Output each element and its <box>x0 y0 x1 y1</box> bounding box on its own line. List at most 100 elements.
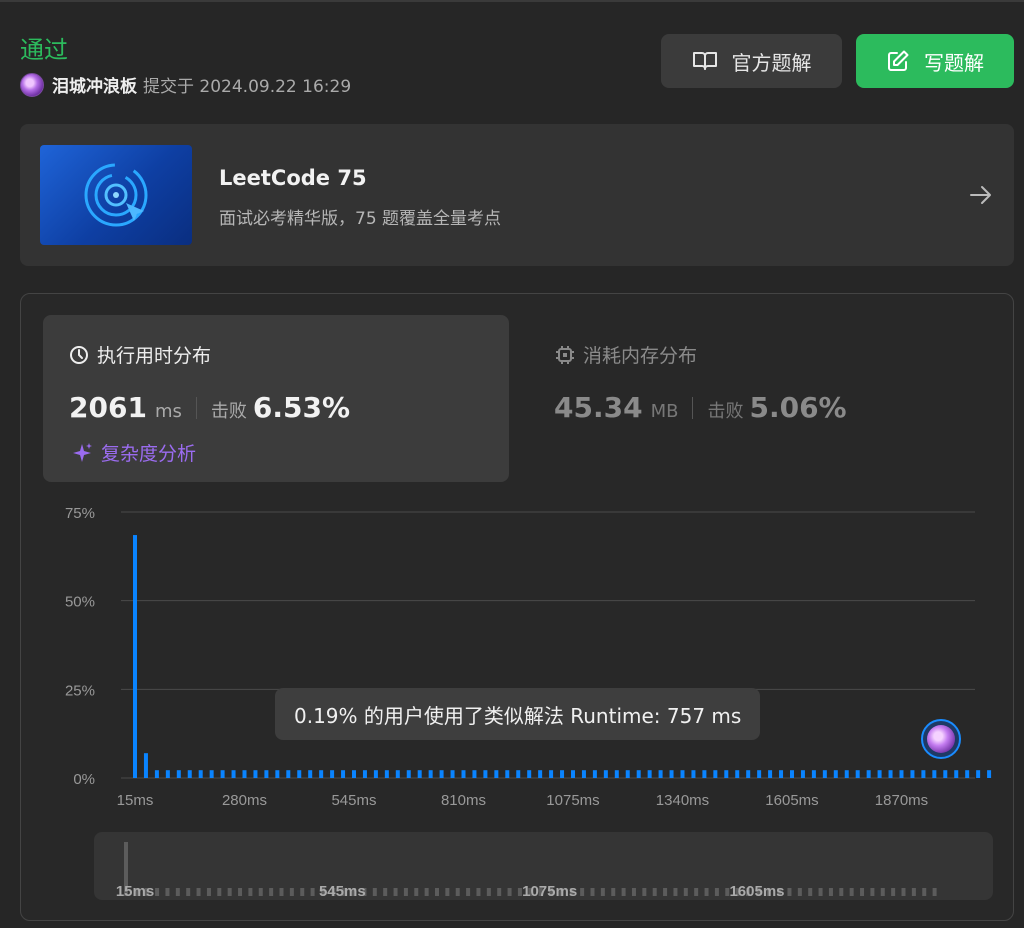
chart-bar <box>165 770 170 778</box>
chart-bar <box>932 770 937 778</box>
scrubber-bar <box>642 888 647 896</box>
scrubber-bar <box>818 888 823 896</box>
chart-bar <box>954 770 959 778</box>
chart-bar <box>220 770 225 778</box>
x-tick-label: 545ms <box>331 792 376 809</box>
scrubber-bar <box>922 888 927 896</box>
scrubber-bar <box>186 888 191 896</box>
chart-bar <box>943 770 948 778</box>
chart-bar <box>505 770 510 778</box>
leetcode75-banner[interactable]: LeetCode 75 面试必考精华版，75 题覆盖全量考点 <box>20 124 1014 266</box>
chart-bar <box>154 770 159 778</box>
chart-bar <box>789 770 794 778</box>
chart-bar <box>833 770 838 778</box>
chart-bar <box>187 770 192 778</box>
x-tick-label: 15ms <box>117 792 154 809</box>
stats-panel: 执行用时分布 2061 ms 击败 6.53% 复杂度分析 消耗内存分布 45.… <box>20 293 1014 921</box>
scrubber-bar <box>476 888 481 896</box>
scrubber-bar <box>269 888 274 896</box>
official-solution-button[interactable]: 官方题解 <box>661 34 842 88</box>
chart-bar <box>976 770 981 778</box>
chart-bar <box>581 770 586 778</box>
chart-bar <box>362 770 367 778</box>
scrubber-tick-label: 1605ms <box>729 883 784 900</box>
chart-tooltip: 0.19% 的用户使用了类似解法 Runtime: 757 ms <box>275 688 761 740</box>
scrubber-bar <box>206 888 211 896</box>
chart-bar <box>603 770 608 778</box>
chart-bar <box>264 770 269 778</box>
scrubber-bar <box>704 888 709 896</box>
chart-bar <box>735 770 740 778</box>
chart-bar <box>494 770 499 778</box>
chart-bar <box>450 770 455 778</box>
scrubber-bar <box>403 888 408 896</box>
y-tick-label: 0% <box>73 771 95 788</box>
scrubber-bar <box>383 888 388 896</box>
scrubber-bar <box>310 888 315 896</box>
runtime-distribution-chart[interactable]: 75% 50% 25% 0% 15ms 280ms 545ms 810ms 1075ms 1340… <box>21 294 1015 922</box>
chart-bar <box>965 770 970 778</box>
scrubber-bar <box>932 888 937 896</box>
chart-bar <box>614 770 619 778</box>
scrubber-bar <box>466 888 471 896</box>
chart-bar <box>691 770 696 778</box>
scrubber-bar <box>175 888 180 896</box>
scrubber-tick-label: 15ms <box>116 883 154 900</box>
arrow-right-icon <box>970 186 991 204</box>
scrubber-bar <box>694 888 699 896</box>
scrubber-bar <box>797 888 802 896</box>
chart-bar <box>527 770 532 778</box>
scrubber-bar <box>424 888 429 896</box>
chart-range-scrubber[interactable]: 15ms 545ms 1075ms 1605ms <box>94 832 993 900</box>
scrubber-bar <box>911 888 916 896</box>
chart-bar <box>800 770 805 778</box>
scrubber-bar <box>621 888 626 896</box>
chart-bar <box>855 770 860 778</box>
scrubber-bar <box>663 888 668 896</box>
book-icon <box>692 52 717 70</box>
scrubber-bar <box>673 888 678 896</box>
chart-bar <box>680 770 685 778</box>
write-solution-label: 写题解 <box>924 50 984 75</box>
scrubber-bar <box>652 888 657 896</box>
scrubber-bar <box>828 888 833 896</box>
top-divider <box>0 0 1024 2</box>
chart-bar <box>768 770 773 778</box>
scrubber-bar <box>808 888 813 896</box>
scrubber-bar <box>393 888 398 896</box>
chart-bar <box>428 770 433 778</box>
scrubber-bar <box>238 888 243 896</box>
chart-bar <box>910 770 915 778</box>
chart-bar <box>636 770 641 778</box>
submission-status: 通过 <box>20 36 68 64</box>
scrubber-bar <box>300 888 305 896</box>
scrubber-bar <box>787 888 792 896</box>
scrubber-bar <box>455 888 460 896</box>
x-tick-label: 810ms <box>441 792 486 809</box>
chart-bar <box>746 770 751 778</box>
scrubber-bar <box>196 888 201 896</box>
scrubber-bar <box>870 888 875 896</box>
scrubber-bar <box>165 888 170 896</box>
chart-bar <box>625 770 630 778</box>
chart-bar <box>341 770 346 778</box>
chart-bar <box>176 770 181 778</box>
chart-bar <box>592 770 597 778</box>
chart-bar <box>198 770 203 778</box>
user-avatar-marker <box>927 725 955 753</box>
username-link[interactable]: 泪城冲浪板 <box>52 72 137 97</box>
chart-bar <box>560 770 565 778</box>
chart-bar <box>538 770 543 778</box>
scrubber-bar <box>258 888 263 896</box>
write-solution-button[interactable]: 写题解 <box>856 34 1014 88</box>
chart-bar <box>472 770 477 778</box>
chart-bar <box>209 770 214 778</box>
user-avatar[interactable] <box>20 72 44 97</box>
chart-bar <box>877 770 882 778</box>
user-submission-marker[interactable] <box>921 719 961 759</box>
x-tick-label: 1870ms <box>875 792 928 809</box>
scrubber-tick-label: 545ms <box>319 883 366 900</box>
target-cursor-image <box>40 145 192 245</box>
y-tick-label: 75% <box>65 505 95 522</box>
scrubber-bar <box>279 888 284 896</box>
